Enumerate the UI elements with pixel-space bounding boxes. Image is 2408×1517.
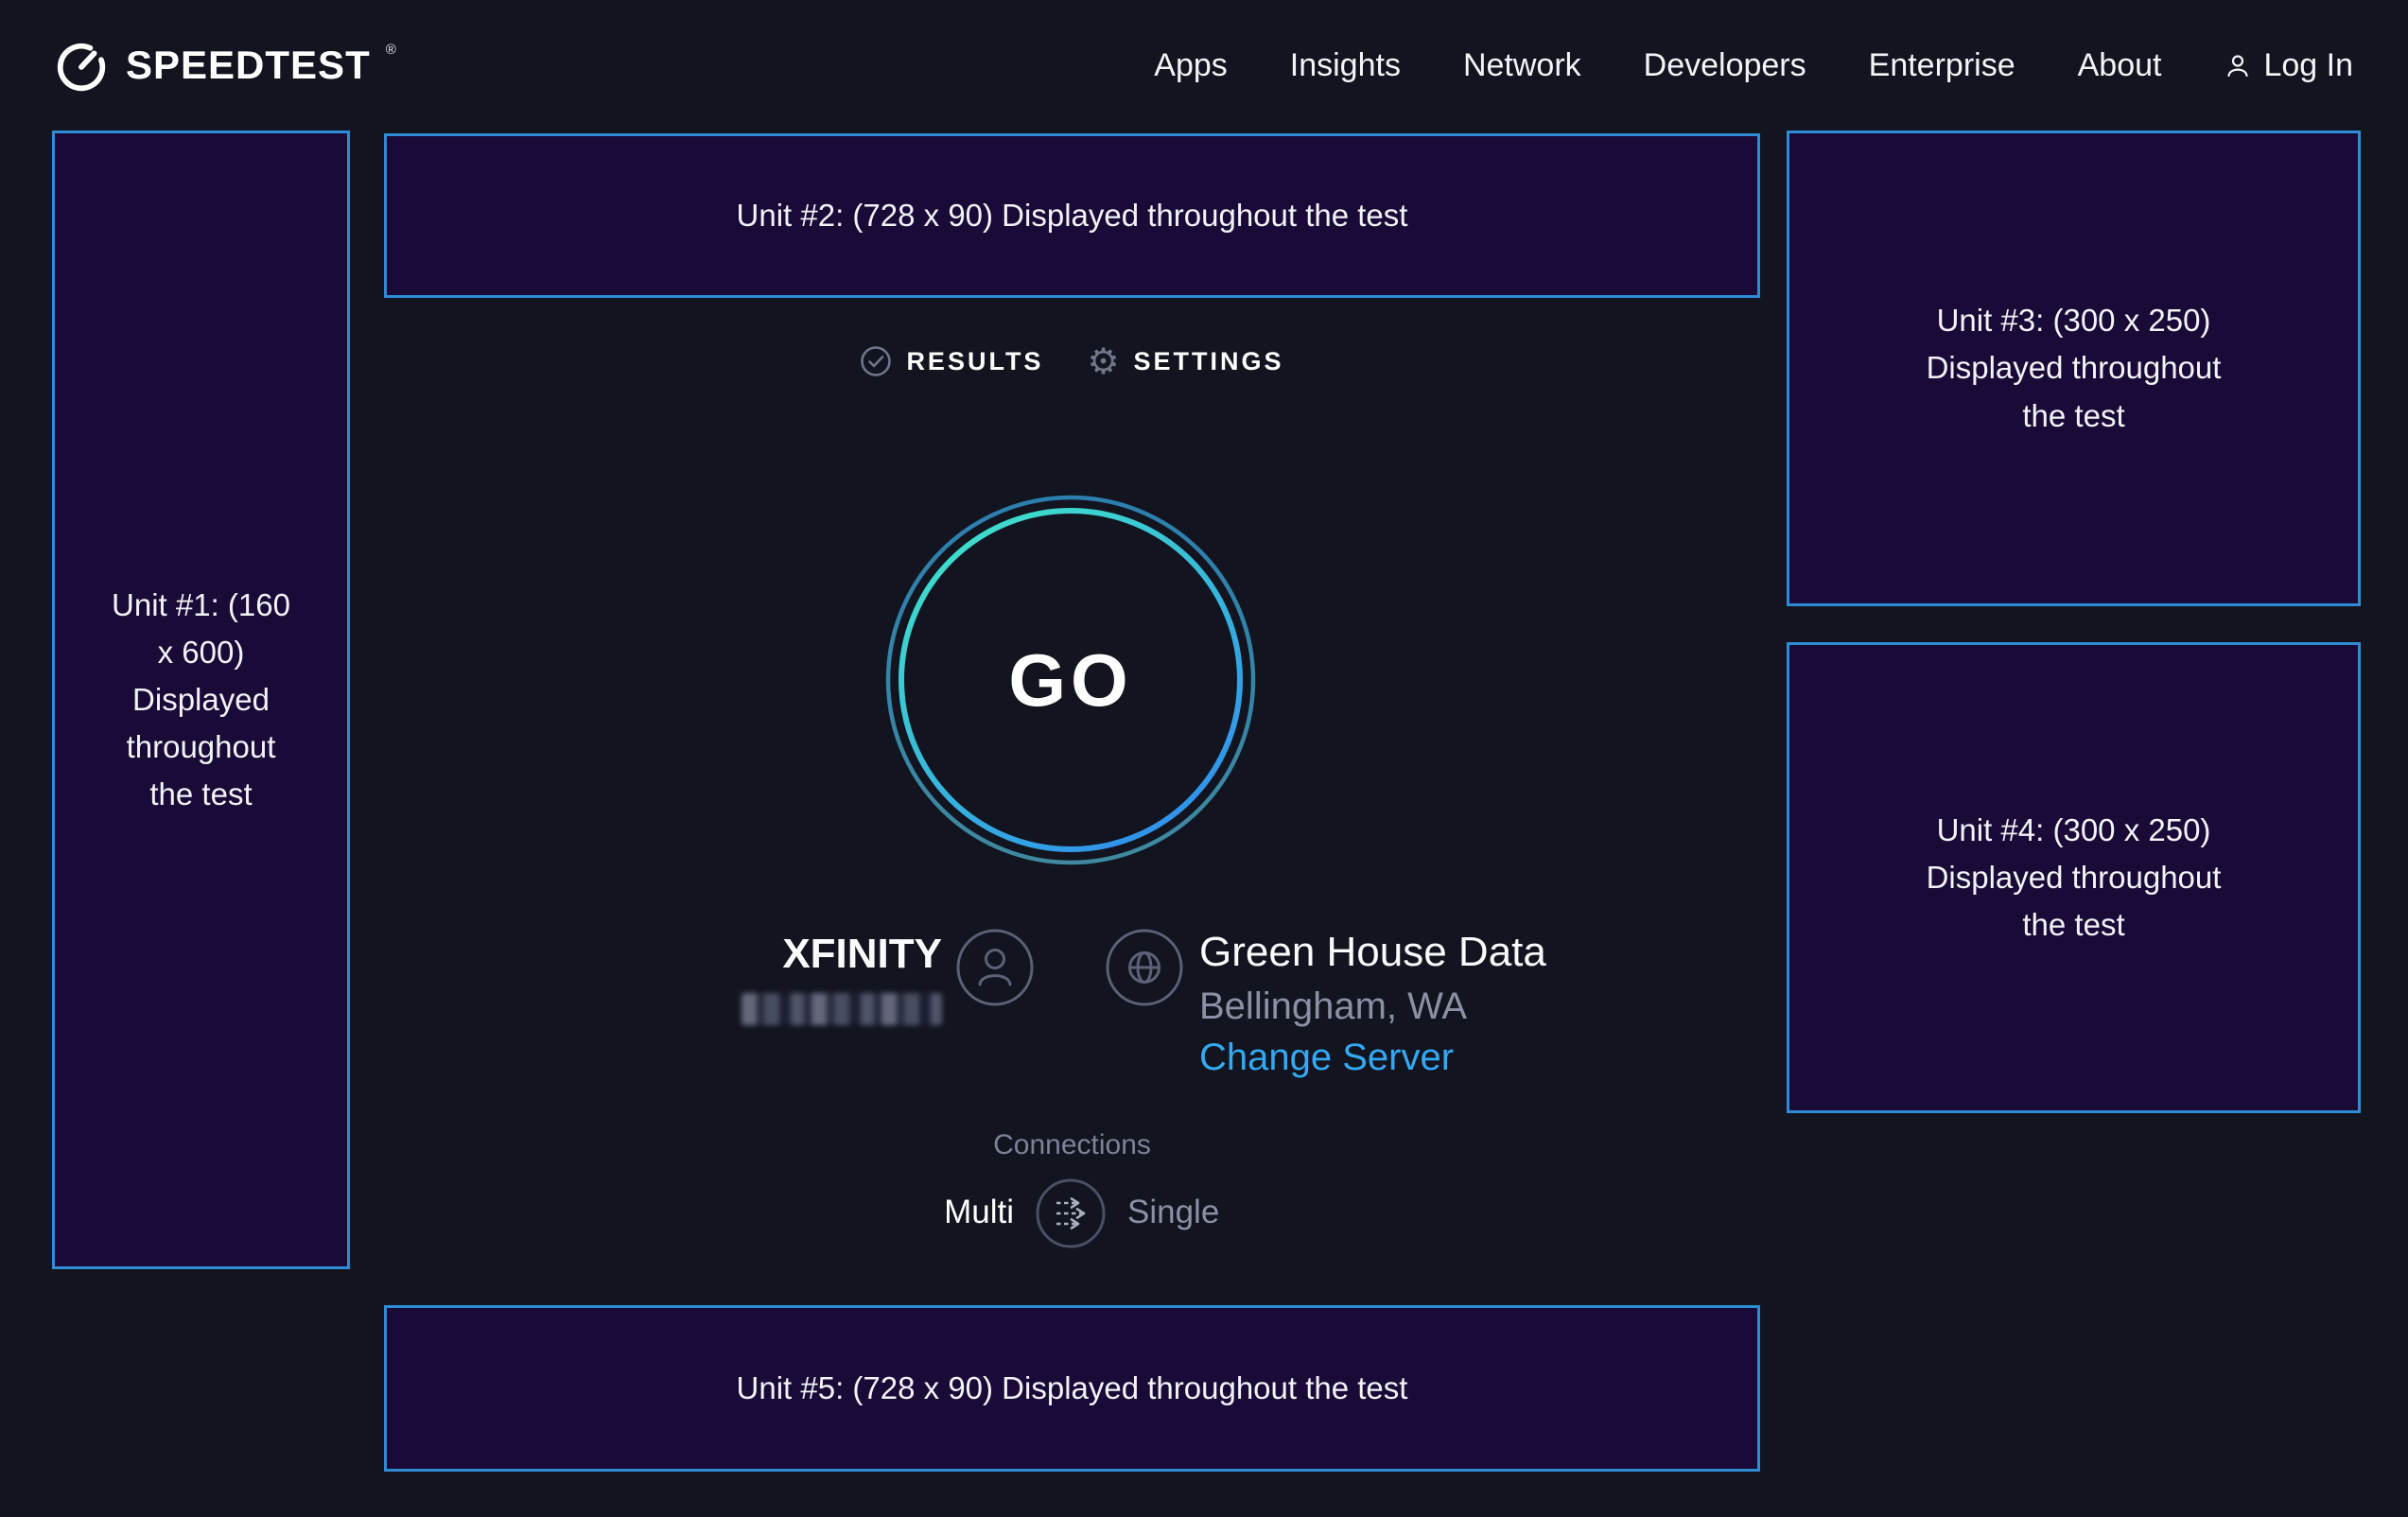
ad-unit-2-text: Unit #2: (728 x 90) Displayed throughout…: [737, 192, 1408, 239]
connections-single-option[interactable]: Single: [1127, 1194, 1219, 1231]
tab-results[interactable]: RESULTS: [860, 345, 1043, 377]
ad-unit-5-text: Unit #5: (728 x 90) Displayed throughout…: [737, 1365, 1408, 1412]
go-button-label: GO: [885, 495, 1256, 865]
ad-unit-3-text: Unit #3: (300 x 250) Displayed throughou…: [1909, 297, 2240, 439]
globe-icon: [1105, 928, 1184, 1007]
tab-results-label: RESULTS: [906, 347, 1043, 376]
connections-toggle[interactable]: [1035, 1177, 1107, 1249]
redacted-ip-text: [742, 993, 942, 1025]
nav-item-enterprise[interactable]: Enterprise: [1869, 47, 2015, 84]
connections-label: Connections: [384, 1129, 1760, 1161]
check-circle-icon: [860, 345, 892, 377]
go-button[interactable]: GO: [885, 495, 1256, 865]
gear-icon: ⚙: [1087, 343, 1119, 379]
speedtest-logo[interactable]: SPEEDTEST ®: [52, 36, 396, 95]
trademark-mark: ®: [386, 42, 396, 58]
ad-unit-4-text: Unit #4: (300 x 250) Displayed throughou…: [1909, 807, 2240, 949]
tab-settings-label: SETTINGS: [1134, 347, 1284, 376]
login-label: Log In: [2263, 47, 2353, 84]
ad-unit-4[interactable]: Unit #4: (300 x 250) Displayed throughou…: [1787, 642, 2361, 1113]
nav-item-network[interactable]: Network: [1463, 47, 1581, 84]
ad-unit-1-text: Unit #1: (160 x 600) Displayed throughou…: [107, 582, 296, 819]
nav-item-developers[interactable]: Developers: [1644, 47, 1806, 84]
nav-item-login[interactable]: Log In: [2224, 47, 2353, 84]
ad-unit-3[interactable]: Unit #3: (300 x 250) Displayed throughou…: [1787, 131, 2361, 606]
isp-badge: [955, 928, 1035, 1007]
connections-multi-option[interactable]: Multi: [944, 1194, 1014, 1231]
ad-unit-2[interactable]: Unit #2: (728 x 90) Displayed throughout…: [384, 133, 1760, 298]
server-badge: [1105, 928, 1184, 1007]
user-icon: [2224, 51, 2252, 79]
tab-settings[interactable]: ⚙ SETTINGS: [1087, 343, 1283, 379]
server-name: Green House Data: [1199, 929, 1546, 976]
person-icon: [955, 928, 1035, 1007]
speedtest-page: SPEEDTEST ® Apps Insights Network Develo…: [0, 0, 2408, 1517]
nav-item-insights[interactable]: Insights: [1290, 47, 1401, 84]
ad-unit-1[interactable]: Unit #1: (160 x 600) Displayed throughou…: [52, 131, 350, 1269]
change-server-link[interactable]: Change Server: [1199, 1037, 1454, 1079]
isp-name: XFINITY: [782, 931, 942, 978]
server-location: Bellingham, WA: [1199, 985, 1467, 1028]
brand-name: SPEEDTEST: [126, 43, 371, 88]
top-nav: SPEEDTEST ® Apps Insights Network Develo…: [0, 0, 2408, 131]
multi-arrows-icon: [1035, 1177, 1107, 1249]
speedometer-icon: [52, 36, 111, 95]
view-tabs: RESULTS ⚙ SETTINGS: [384, 333, 1760, 390]
nav-menu: Apps Insights Network Developers Enterpr…: [1154, 47, 2353, 84]
nav-item-about[interactable]: About: [2078, 47, 2162, 84]
ad-unit-5[interactable]: Unit #5: (728 x 90) Displayed throughout…: [384, 1305, 1760, 1472]
nav-item-apps[interactable]: Apps: [1154, 47, 1228, 84]
